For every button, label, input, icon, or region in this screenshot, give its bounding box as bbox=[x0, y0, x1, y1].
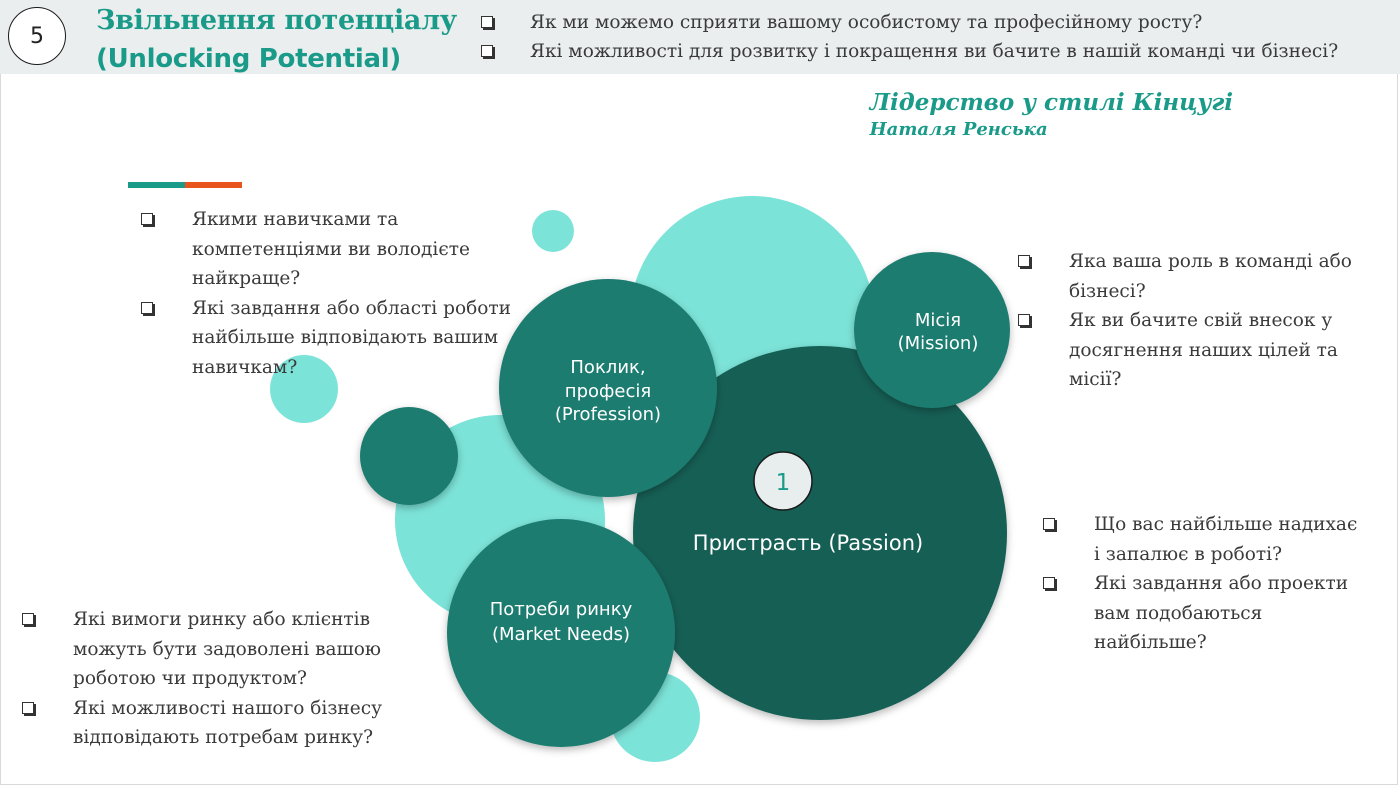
passion-question-list: Що вас найбільше надихає і запалює в роб… bbox=[1043, 510, 1363, 658]
profession-question-list: Якими навичками та компетенціями ви воло… bbox=[141, 205, 526, 382]
mission-label-line-2: (Mission) bbox=[898, 333, 979, 354]
question-text: Що вас найбільше надихає і запалює в роб… bbox=[1094, 514, 1358, 565]
market-label-line-2: (Market Needs) bbox=[492, 624, 630, 645]
passion-label: Пристрасть (Passion) bbox=[693, 531, 923, 555]
question-text: Які завдання або проекти вам подобаються… bbox=[1094, 573, 1349, 653]
checkbox-icon bbox=[1043, 518, 1055, 530]
list-item: Які завдання або області роботи найбільш… bbox=[141, 294, 526, 383]
list-item: Які вимоги ринку або клієнтів можуть бут… bbox=[22, 605, 422, 694]
profession-label-line-2: професія bbox=[565, 381, 651, 402]
market-question-list: Які вимоги ринку або клієнтів можуть бут… bbox=[22, 605, 422, 753]
question-text: Які можливості нашого бізнесу відповідаю… bbox=[73, 697, 382, 749]
question-text: Яка ваша роль в команді або бізнесі? bbox=[1069, 251, 1352, 302]
list-item: Яка ваша роль в команді або бізнесі? bbox=[1018, 247, 1388, 306]
profession-label-line-3: (Profession) bbox=[555, 404, 661, 425]
passion-number-text: 1 bbox=[776, 470, 791, 496]
profession-label-line-1: Поклик, bbox=[570, 357, 645, 378]
question-text: Які вимоги ринку або клієнтів можуть бут… bbox=[73, 609, 382, 689]
light-circle-small-top bbox=[532, 210, 574, 252]
list-item: Як ви бачите свій внесок у досягнення на… bbox=[1018, 306, 1388, 395]
market-label-line-1: Потреби ринку bbox=[490, 599, 633, 620]
small-dark-circle bbox=[360, 407, 458, 505]
checkbox-icon bbox=[141, 213, 153, 225]
checkbox-icon bbox=[22, 701, 34, 714]
question-text: Як ви бачите свій внесок у досягнення на… bbox=[1069, 310, 1338, 390]
list-item: Якими навичками та компетенціями ви воло… bbox=[141, 205, 526, 294]
checkbox-icon bbox=[1018, 314, 1030, 326]
list-item: Які завдання або проекти вам подобаються… bbox=[1043, 569, 1363, 658]
checkbox-icon bbox=[22, 613, 34, 625]
list-item: Які можливості нашого бізнесу відповідаю… bbox=[22, 694, 422, 753]
mission-label-line-1: Місія bbox=[915, 310, 961, 331]
checkbox-icon bbox=[1018, 255, 1030, 267]
list-item: Що вас найбільше надихає і запалює в роб… bbox=[1043, 510, 1363, 569]
question-text: Які завдання або області роботи найбільш… bbox=[192, 297, 511, 378]
question-text: Якими навичками та компетенціями ви воло… bbox=[192, 209, 470, 289]
mission-question-list: Яка ваша роль в команді або бізнесі? Як … bbox=[1018, 247, 1388, 395]
checkbox-icon bbox=[141, 301, 153, 314]
checkbox-icon bbox=[1043, 577, 1055, 589]
